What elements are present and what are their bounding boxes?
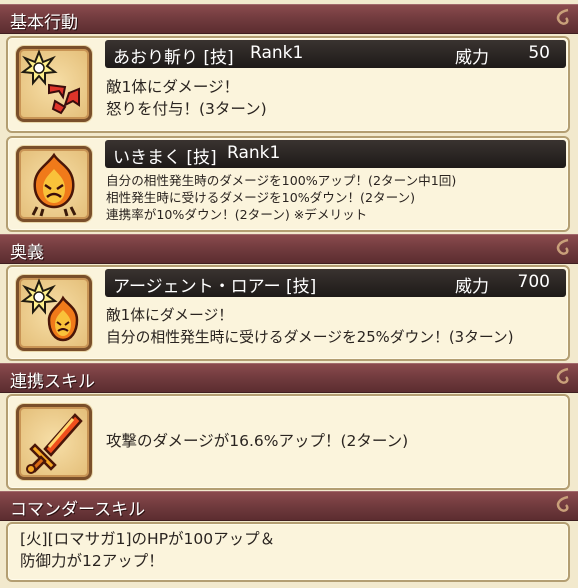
burst-anger-icon bbox=[16, 46, 92, 122]
section-title: 連携スキル bbox=[10, 372, 95, 392]
skill-card-ougi: アージェント・ロアー [技] 威力 700 敵1体にダメージ！ 自分の相性発生時… bbox=[6, 265, 570, 361]
skill-card-aori: あおり斬り [技] Rank1 威力 50 敵1体にダメージ！ 怒りを付与！(3… bbox=[6, 36, 570, 133]
power-value: 700 bbox=[517, 272, 550, 292]
section-title: コマンダースキル bbox=[10, 500, 146, 520]
section-header-ougi: 奥義 bbox=[0, 234, 578, 264]
skill-card-renkei: 攻撃のダメージが16.6%アップ！(2ターン) bbox=[6, 394, 570, 490]
description-line: 自分の相性発生時に受けるダメージを25%ダウン！(3ターン) bbox=[106, 329, 514, 346]
power-label: 威力 bbox=[455, 48, 489, 68]
skill-title-bar: いきまく [技] Rank1 bbox=[105, 140, 566, 168]
skill-title-bar: あおり斬り [技] Rank1 威力 50 bbox=[105, 40, 566, 68]
section-header-commander: コマンダースキル bbox=[0, 491, 578, 521]
scroll-curl-icon bbox=[556, 495, 569, 512]
scroll-curl-icon bbox=[556, 238, 569, 255]
skill-name: あおり斬り [技] bbox=[113, 48, 234, 68]
scroll-curl-icon bbox=[556, 367, 569, 384]
description-line: 連携率が10%ダウン！(2ターン) ※デメリット bbox=[106, 207, 368, 222]
skill-title-bar: アージェント・ロアー [技] 威力 700 bbox=[105, 269, 566, 297]
skill-description: 敵1体にダメージ！ 自分の相性発生時に受けるダメージを25%ダウン！(3ターン) bbox=[106, 305, 514, 349]
skill-rank: Rank1 bbox=[250, 43, 304, 63]
section-header-basic: 基本行動 bbox=[0, 4, 578, 34]
commander-card: [火][ロマサガ1]のHPが100アップ＆ 防御力が12アップ！ bbox=[6, 522, 570, 582]
skill-description: 自分の相性発生時のダメージを100%アップ！(2ターン中1回) 相性発生時に受け… bbox=[106, 172, 456, 223]
skill-description: 敵1体にダメージ！ 怒りを付与！(3ターン) bbox=[106, 76, 267, 120]
description-line: 自分の相性発生時のダメージを100%アップ！(2ターン中1回) bbox=[106, 173, 457, 188]
skill-rank: Rank1 bbox=[227, 143, 281, 163]
description-line: 怒りを付与！(3ターン) bbox=[106, 100, 267, 118]
skill-name: いきまく [技] bbox=[113, 148, 217, 168]
power-value: 50 bbox=[528, 43, 550, 63]
power-label: 威力 bbox=[455, 277, 489, 297]
skill-card-ikimaku: いきまく [技] Rank1 自分の相性発生時のダメージを100%アップ！(2タ… bbox=[6, 136, 570, 232]
section-title: 奥義 bbox=[10, 243, 44, 263]
description-line: 敵1体にダメージ！ bbox=[106, 307, 234, 324]
description-line: 敵1体にダメージ！ bbox=[106, 78, 240, 96]
section-title: 基本行動 bbox=[10, 13, 78, 33]
skill-description: 攻撃のダメージが16.6%アップ！(2ターン) bbox=[106, 432, 409, 450]
burst-fire-rage-icon bbox=[16, 275, 92, 351]
fire-rage-icon bbox=[16, 146, 92, 222]
description-line: 相性発生時に受けるダメージを10%ダウン！(2ターン) bbox=[106, 190, 416, 205]
section-header-renkei: 連携スキル bbox=[0, 363, 578, 393]
commander-description: [火][ロマサガ1]のHPが100アップ＆ 防御力が12アップ！ bbox=[20, 528, 275, 572]
skill-name: アージェント・ロアー [技] bbox=[113, 277, 317, 297]
flame-sword-icon bbox=[16, 404, 92, 480]
description-line: [火][ロマサガ1]のHPが100アップ＆ bbox=[20, 530, 276, 548]
description-line: 防御力が12アップ！ bbox=[20, 552, 164, 570]
scroll-curl-icon bbox=[556, 8, 569, 25]
